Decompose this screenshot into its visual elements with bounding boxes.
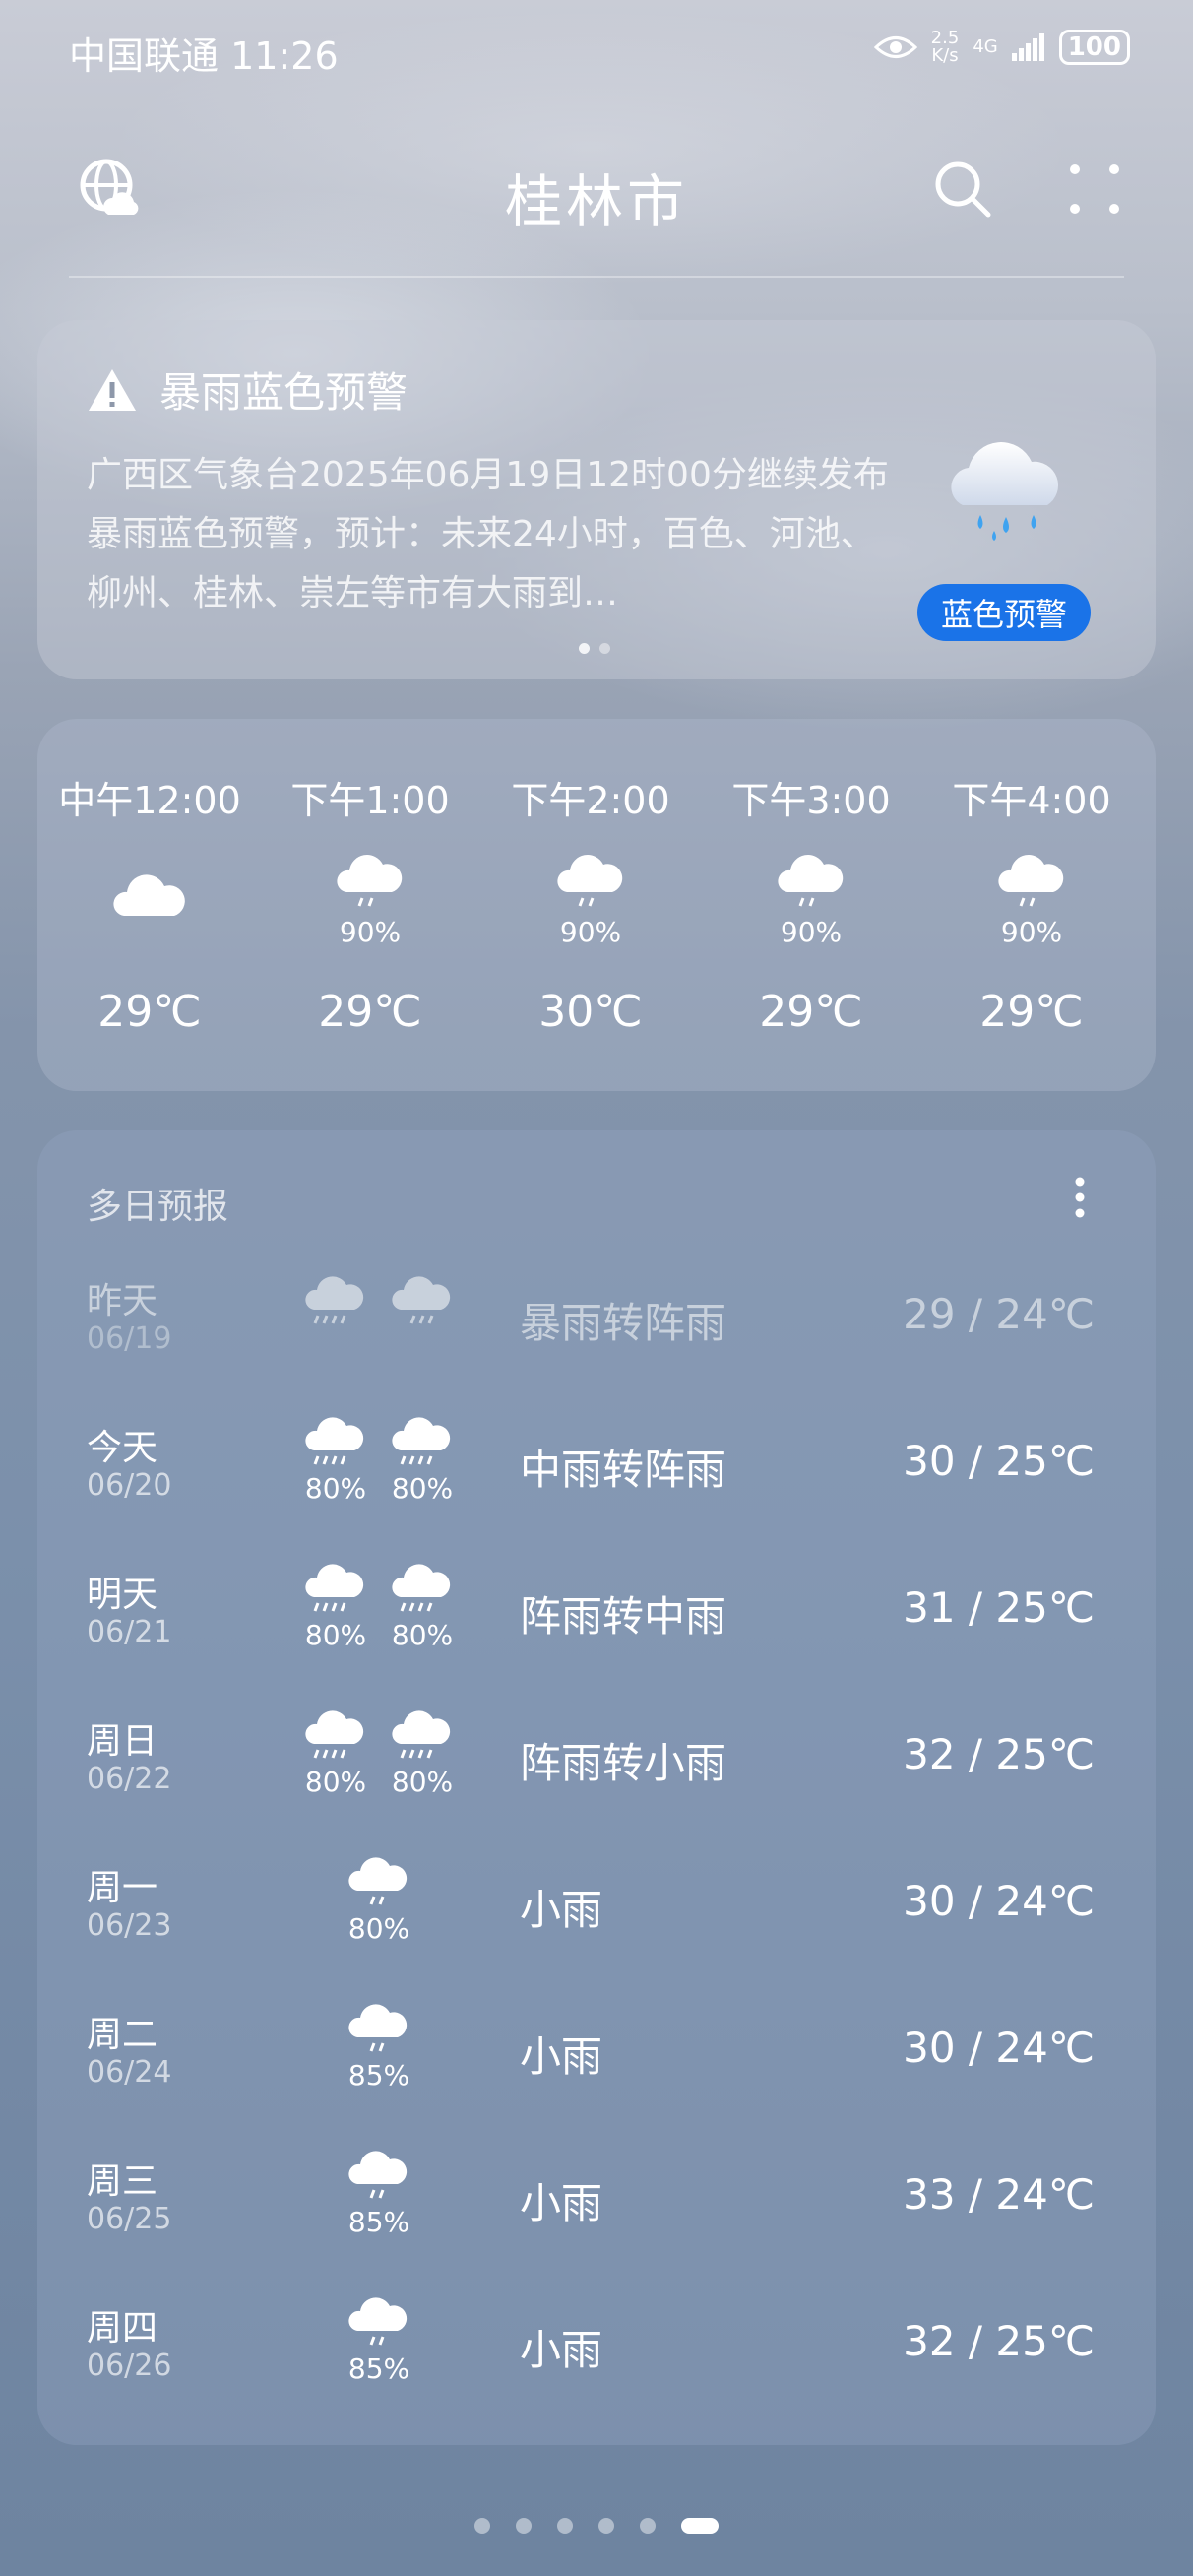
- daily-row[interactable]: 周二 06/24 85% 小雨 30 / 24℃: [37, 1992, 1156, 2139]
- net-speed: 2.5 K/s: [930, 28, 960, 66]
- daily-row[interactable]: 周一 06/23 80% 小雨 30 / 24℃: [37, 1845, 1156, 1992]
- page-dot: [516, 2518, 532, 2534]
- page-dot: [640, 2518, 656, 2534]
- light-rain-icon: [348, 1857, 408, 1905]
- heavy-rain-icon: [392, 1417, 451, 1465]
- daily-forecast-card: 多日预报 昨天 06/19 暴雨转阵雨 29 / 24℃ 今天 06/20 80…: [37, 1130, 1156, 2445]
- page-dot: [598, 2518, 614, 2534]
- city-title[interactable]: 桂林市: [0, 156, 1193, 238]
- carrier-label: 中国联通: [69, 34, 220, 78]
- light-rain-icon: [348, 2297, 408, 2346]
- daily-row[interactable]: 周日 06/22 80% 80% 阵雨转小雨 32 / 25℃: [37, 1699, 1156, 1845]
- page-dot-active: [681, 2518, 719, 2534]
- heavy-rain-icon: [392, 1710, 451, 1759]
- daily-row[interactable]: 今天 06/20 80% 80% 中雨转阵雨 30 / 25℃: [37, 1405, 1156, 1552]
- clock: 11:26: [230, 34, 339, 78]
- light-rain-icon: [348, 2151, 408, 2199]
- rain-cloud-icon: [951, 442, 1059, 541]
- daily-row[interactable]: 周四 06/26 85% 小雨 32 / 25℃: [37, 2286, 1156, 2432]
- status-bar: 中国联通 11:26 2.5 K/s 4G 100: [0, 0, 1193, 98]
- heavy-rain-icon: [305, 1276, 364, 1324]
- more-options-icon[interactable]: [1073, 1176, 1087, 1219]
- battery-indicator: 100: [1058, 30, 1130, 65]
- cloudy-icon: [113, 874, 185, 916]
- alert-body: 广西区气象台2025年06月19日12时00分继续发布暴雨蓝色预警，预计：未来2…: [87, 455, 889, 613]
- rain-icon: [998, 855, 1064, 907]
- heavy-rain-icon: [392, 1564, 451, 1612]
- daily-row[interactable]: 明天 06/21 80% 80% 阵雨转中雨 31 / 25℃: [37, 1552, 1156, 1699]
- signal-label: 4G: [973, 36, 998, 57]
- hourly-forecast-card[interactable]: 中午12:00 29℃ 下午1:00 90% 29℃ 下午2:00 90% 30…: [37, 719, 1156, 1091]
- light-rain-icon: [348, 2004, 408, 2052]
- rain-icon: [337, 855, 403, 907]
- weather-alert-card[interactable]: 暴雨蓝色预警 广西区气象台2025年06月19日12时00分继续发布暴雨蓝色预警…: [37, 320, 1156, 679]
- rain-icon: [392, 1276, 451, 1324]
- alert-page-indicator: [579, 643, 610, 654]
- daily-header: 多日预报: [87, 1187, 229, 1227]
- page-dot: [557, 2518, 573, 2534]
- signal-bars-icon: [1011, 33, 1044, 61]
- daily-row[interactable]: 周三 06/25 85% 小雨 33 / 24℃: [37, 2139, 1156, 2286]
- city-page-indicator[interactable]: [0, 2518, 1193, 2534]
- warning-icon: [89, 368, 136, 411]
- rain-icon: [778, 855, 844, 907]
- alert-level-badge[interactable]: 蓝色预警: [917, 584, 1092, 641]
- rain-icon: [557, 855, 623, 907]
- search-icon[interactable]: [931, 158, 994, 221]
- heavy-rain-icon: [305, 1564, 364, 1612]
- eye-icon: [873, 36, 917, 58]
- header-divider: [69, 276, 1124, 278]
- daily-row[interactable]: 昨天 06/19 暴雨转阵雨 29 / 24℃: [37, 1258, 1156, 1405]
- page-dot: [474, 2518, 490, 2534]
- heavy-rain-icon: [305, 1417, 364, 1465]
- alert-title: 暴雨蓝色预警: [159, 368, 408, 417]
- heavy-rain-icon: [305, 1710, 364, 1759]
- top-bar: 桂林市: [0, 138, 1193, 246]
- menu-dots-icon[interactable]: [1069, 163, 1120, 215]
